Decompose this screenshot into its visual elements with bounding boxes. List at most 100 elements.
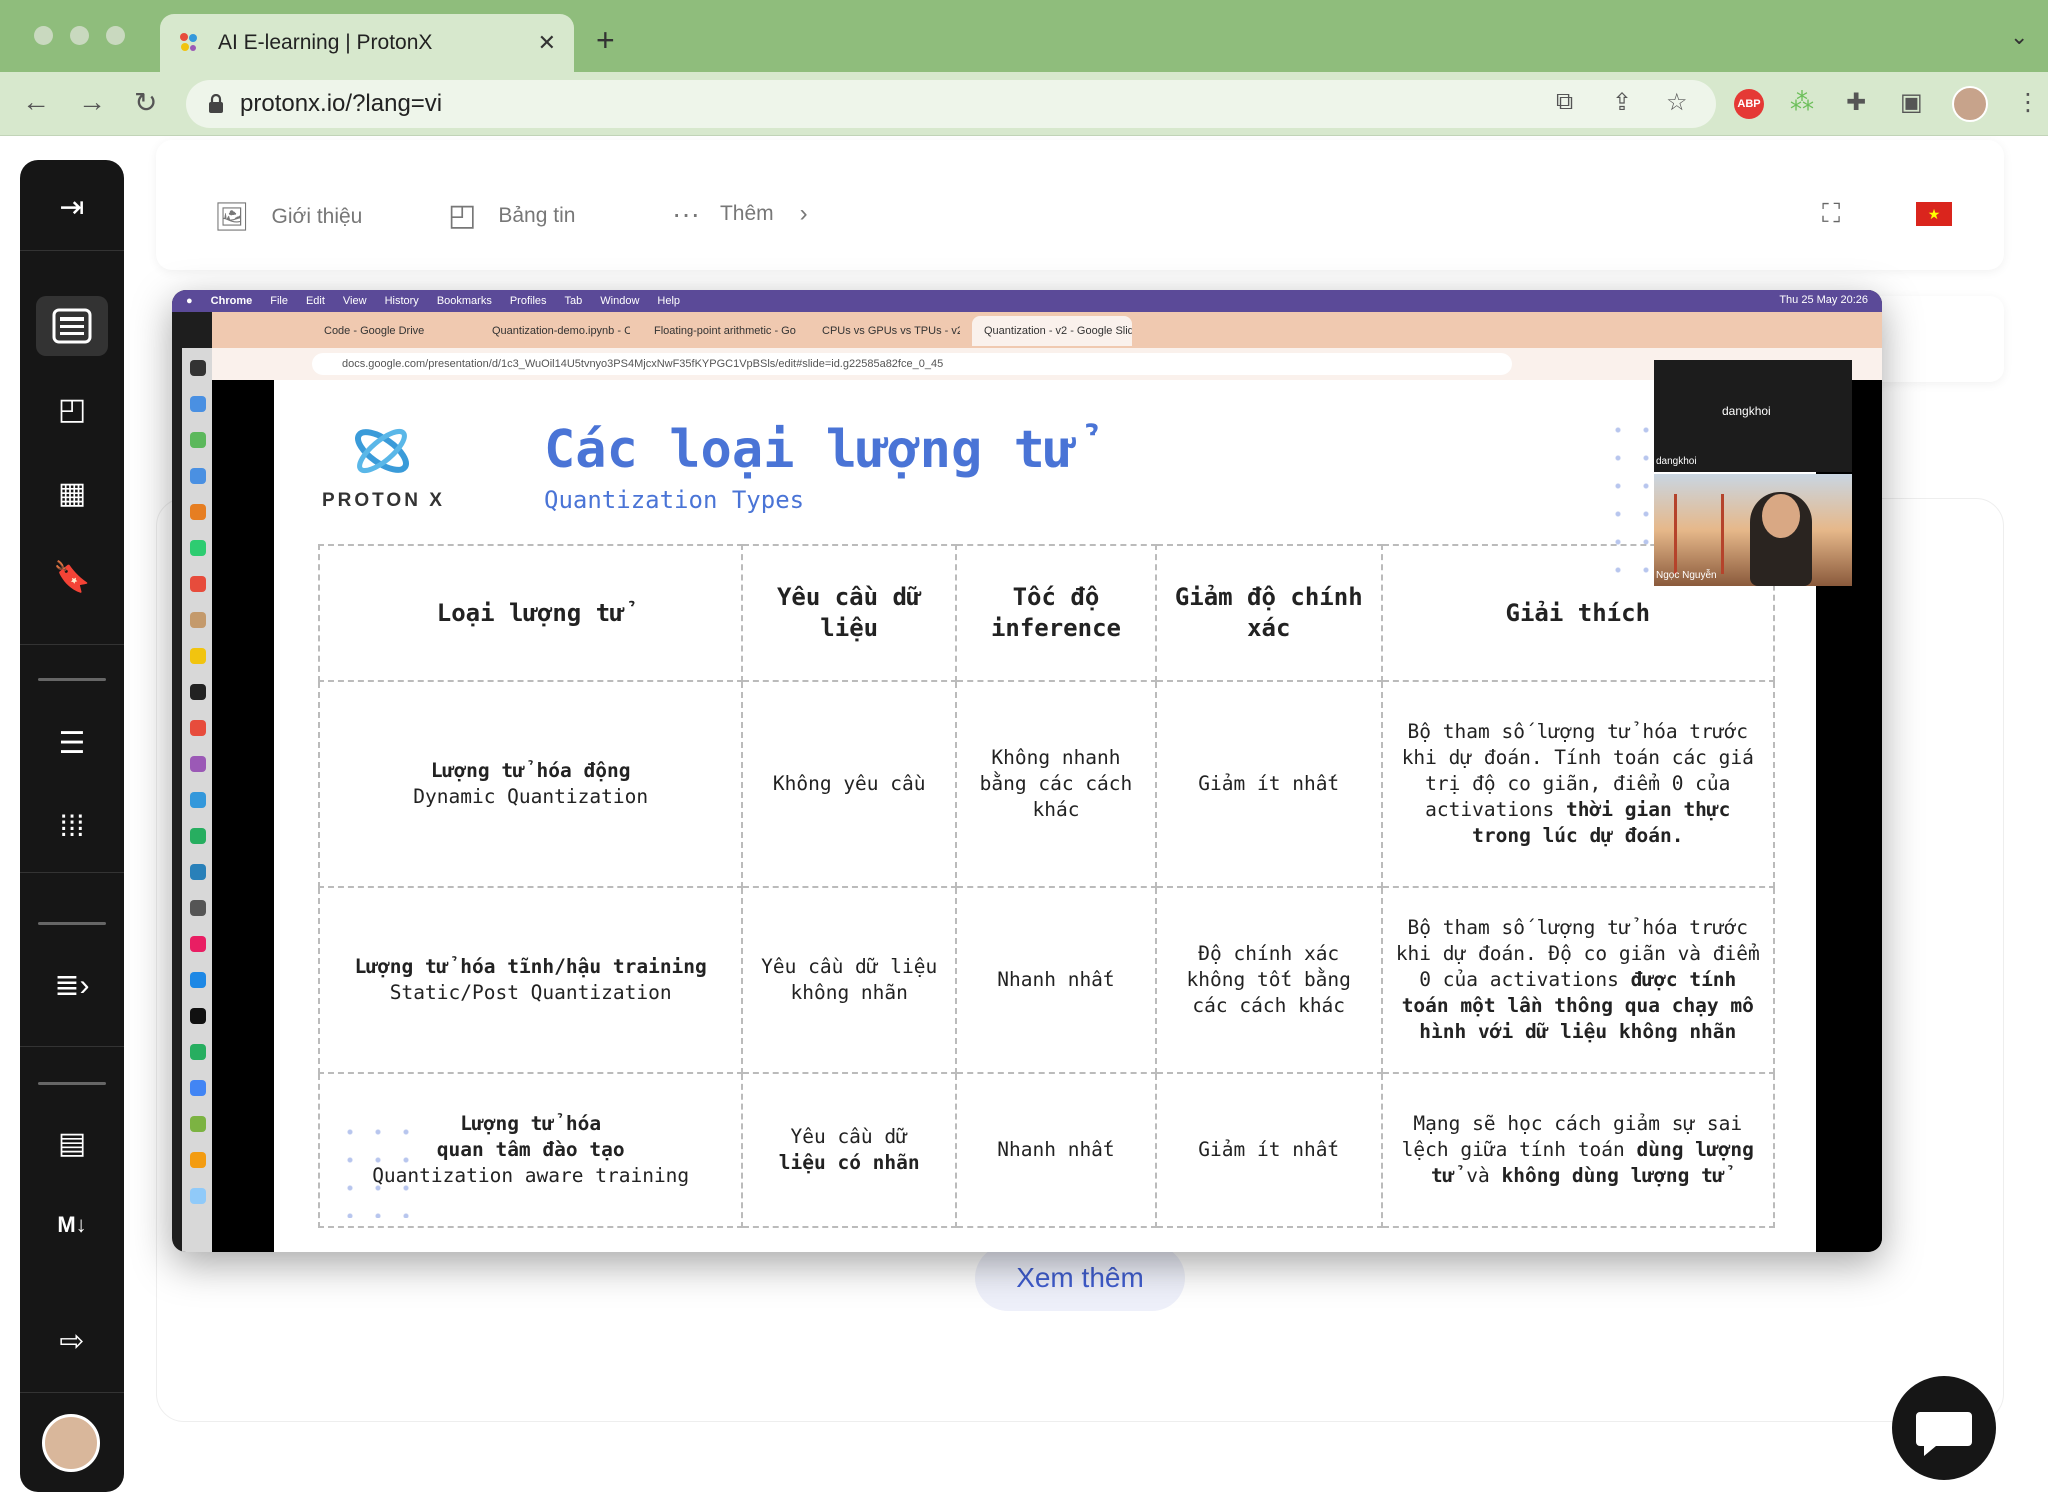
sidebar-divider (20, 872, 124, 873)
reload-icon[interactable]: ↻ (134, 86, 157, 119)
sidebar-separator (38, 1082, 106, 1085)
table-cell: Lượng tử hóa quan tâm đào tạo Quantizati… (317, 1072, 744, 1228)
sidebar-item-feed-active[interactable] (36, 296, 108, 356)
browser-tab-active[interactable]: AI E-learning | ProtonX ✕ (160, 14, 574, 72)
dashboard-icon[interactable]: ▦ (20, 476, 124, 511)
bookmark-icon[interactable]: 🔖 (20, 560, 124, 595)
back-arrow-icon[interactable]: ← (22, 86, 50, 118)
grid-apps-icon[interactable]: ⁞⁞⁞ (20, 810, 124, 844)
participant-video-tile[interactable]: Ngọc Nguyễn (1654, 474, 1852, 586)
notification-square-icon[interactable]: ◰ (20, 392, 124, 427)
dock-app-icon[interactable] (190, 1188, 206, 1204)
vietnam-flag-icon[interactable]: ★ (1916, 202, 1952, 226)
new-tab-button[interactable]: + (596, 22, 615, 59)
table-row: Lượng tử hóa quan tâm đào tạo Quantizati… (317, 1072, 1776, 1228)
window-minimize-dot[interactable] (70, 26, 89, 45)
stack-icon[interactable]: ▤ (20, 1126, 124, 1161)
courses-list-icon[interactable]: ≣› (20, 968, 124, 1003)
fullscreen-icon[interactable]: ⛶ (1822, 198, 1840, 230)
adblock-icon[interactable]: ABP (1734, 89, 1764, 119)
dock-app-icon[interactable] (190, 468, 206, 484)
inner-address-bar[interactable]: docs.google.com/presentation/d/1c3_WuOil… (312, 353, 1512, 375)
bookmark-star-icon[interactable]: ☆ (1666, 88, 1688, 117)
dock-app-icon[interactable] (190, 432, 206, 448)
inner-tab[interactable]: Floating-point arithmetic - Goo (642, 316, 796, 346)
apple-icon: ● (186, 295, 193, 307)
menu-item[interactable]: Tab (565, 295, 583, 307)
user-avatar[interactable] (42, 1414, 100, 1472)
dock-app-icon[interactable] (190, 612, 206, 628)
menu-item[interactable]: History (385, 295, 419, 307)
list-icon[interactable]: ☰ (20, 726, 124, 761)
dock-app-icon[interactable] (190, 936, 206, 952)
dock-app-icon[interactable] (190, 648, 206, 664)
window-zoom-dot[interactable] (106, 26, 125, 45)
dock-app-icon[interactable] (190, 360, 206, 376)
sidebar-separator (38, 922, 106, 925)
dock-app-icon[interactable] (190, 684, 206, 700)
dock-app-icon[interactable] (190, 504, 206, 520)
window-close-dot[interactable] (34, 26, 53, 45)
dock-app-icon[interactable] (190, 576, 206, 592)
inner-tab[interactable]: Code - Google Drive (312, 316, 470, 346)
inner-tab-active[interactable]: Quantization - v2 - Google Slid (972, 316, 1132, 346)
markdown-icon[interactable]: M↓ (20, 1212, 124, 1238)
menu-item[interactable]: View (343, 295, 367, 307)
participant-label: Ngọc Nguyễn (1656, 570, 1717, 581)
dock-app-icon[interactable] (190, 1008, 206, 1024)
see-more-button[interactable]: Xem thêm (975, 1245, 1185, 1311)
address-bar[interactable]: protonx.io/?lang=vi (186, 80, 1716, 128)
inner-tab[interactable]: CPUs vs GPUs vs TPUs - v2 - (810, 316, 960, 346)
share-icon[interactable]: ⇪ (1612, 88, 1632, 117)
menu-item[interactable]: Edit (306, 295, 325, 307)
dock-app-icon[interactable] (190, 864, 206, 880)
participant-video-tile[interactable]: dangkhoi dangkhoi (1654, 360, 1852, 472)
tab-close-icon[interactable]: ✕ (538, 30, 556, 56)
mac-menu-bar: ● Chrome File Edit View History Bookmark… (172, 290, 1882, 312)
dock-app-icon[interactable] (190, 720, 206, 736)
dock-app-icon[interactable] (190, 972, 206, 988)
menu-item[interactable]: Help (657, 295, 680, 307)
table-cell: Lượng tử hóa động Dynamic Quantization (317, 680, 744, 888)
dock-app-icon[interactable] (190, 396, 206, 412)
tab-search-chevron-icon[interactable]: ⌄ (2010, 24, 2028, 50)
cell-text: Quantization aware training (372, 1164, 690, 1187)
menu-item[interactable]: Profiles (510, 295, 547, 307)
inner-tab[interactable]: Quantization-demo.ipynb - Co (480, 316, 630, 346)
logout-icon[interactable]: ⇨ (20, 1324, 124, 1359)
menu-item[interactable]: Bookmarks (437, 295, 492, 307)
sidebar-divider (20, 1392, 124, 1393)
chat-button[interactable] (1892, 1376, 1996, 1480)
expand-sidebar-icon[interactable]: ⇥ (20, 190, 124, 225)
table-row: Lượng tử hóa động Dynamic Quantization K… (317, 680, 1776, 888)
dock-app-icon[interactable] (190, 1116, 206, 1132)
dock-app-icon[interactable] (190, 540, 206, 556)
extensions-puzzle-icon[interactable]: ✚ (1846, 88, 1866, 117)
browser-menu-icon[interactable]: ⋮ (2016, 88, 2040, 117)
profile-avatar[interactable] (1952, 86, 1988, 122)
dock-app-icon[interactable] (190, 756, 206, 772)
nav-item-more[interactable]: ··· Thêm › (672, 198, 808, 230)
dock-app-icon[interactable] (190, 792, 206, 808)
protonx-favicon-icon (180, 33, 197, 51)
cell-text: quan tâm đào tạo (436, 1138, 625, 1161)
slide-subtitle: Quantization Types (544, 486, 805, 514)
menu-item[interactable]: Window (600, 295, 639, 307)
browser-tab-strip: AI E-learning | ProtonX ✕ + ⌄ (0, 0, 2048, 72)
extension-dots-icon[interactable]: ⁂ (1790, 88, 1814, 117)
dock-app-icon[interactable] (190, 1044, 206, 1060)
nav-item-intro[interactable]: 🖼 Giới thiệu (214, 200, 362, 233)
open-in-app-icon[interactable]: ⧉ (1556, 88, 1573, 116)
dock-app-icon[interactable] (190, 900, 206, 916)
menu-item[interactable]: Chrome (211, 295, 253, 307)
dock-app-icon[interactable] (190, 1080, 206, 1096)
table-cell: Nhanh nhất (955, 1072, 1157, 1228)
side-panel-icon[interactable]: ▣ (1900, 88, 1923, 117)
table-cell: Không nhanh bằng các cách khác (955, 680, 1157, 888)
menu-item[interactable]: File (270, 295, 288, 307)
dock-app-icon[interactable] (190, 828, 206, 844)
nav-item-newsfeed[interactable]: ◰ Bảng tin (448, 198, 575, 233)
forward-arrow-icon[interactable]: → (78, 86, 106, 118)
table-cell: Yêu cầu dữ liệu không nhãn (741, 886, 958, 1074)
dock-app-icon[interactable] (190, 1152, 206, 1168)
